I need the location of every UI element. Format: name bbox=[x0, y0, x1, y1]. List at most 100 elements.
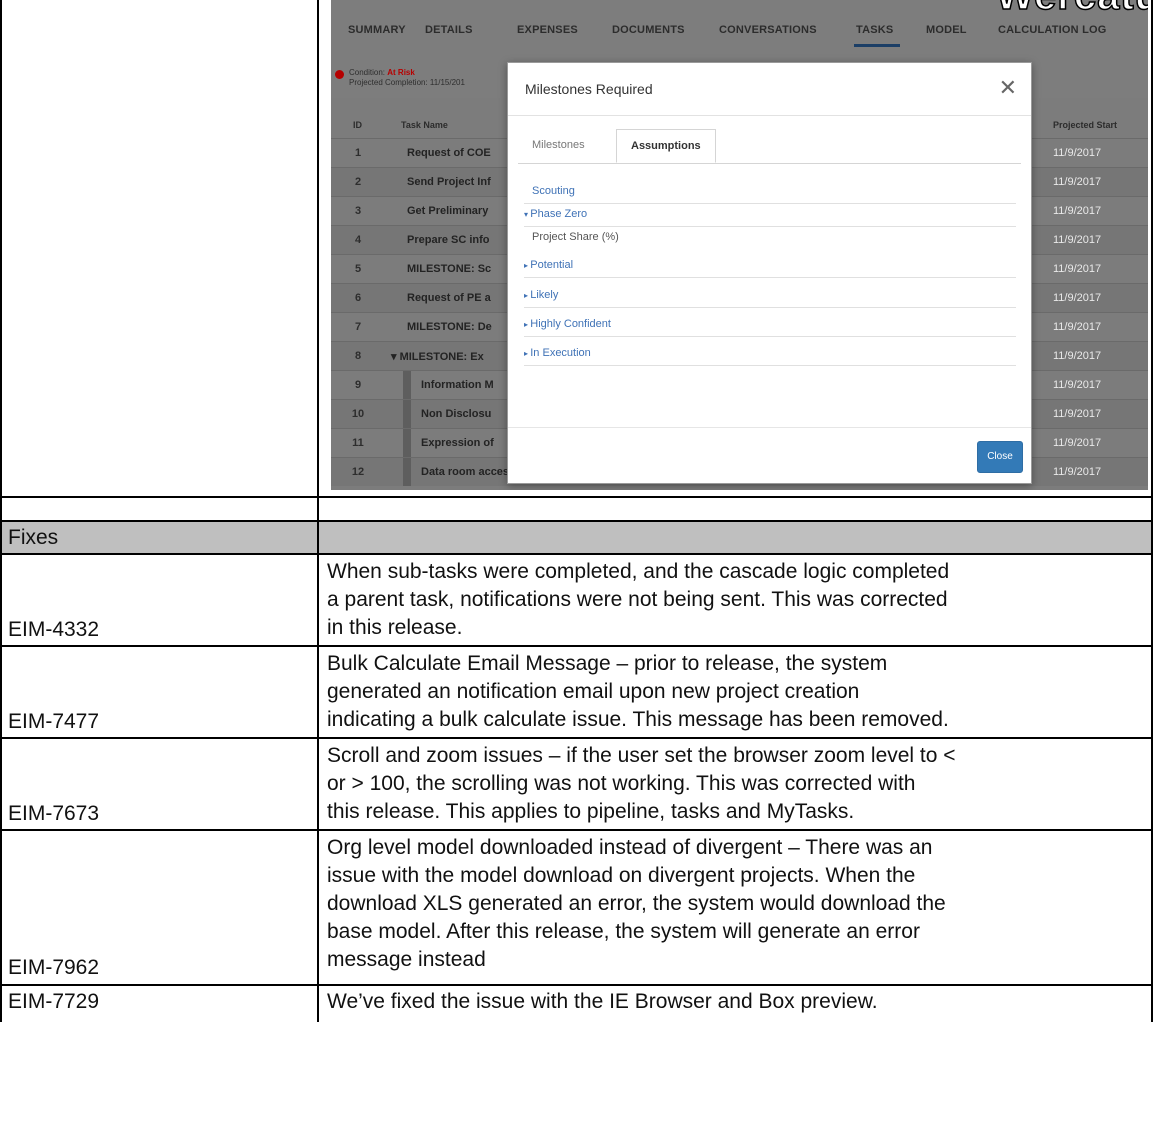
tab-details[interactable]: DETAILS bbox=[425, 24, 473, 36]
task-id: 8 bbox=[354, 350, 362, 362]
tab-documents[interactable]: DOCUMENTS bbox=[612, 24, 685, 36]
accordion-in-execution[interactable]: ▸ In Execution bbox=[524, 347, 1016, 366]
accordion-potential[interactable]: ▸ Potential bbox=[524, 259, 1016, 278]
accordion-likely[interactable]: ▸ Likely bbox=[524, 289, 1016, 308]
risk-icon bbox=[335, 70, 344, 79]
condition-label: Condition: bbox=[349, 68, 386, 77]
indent-marker bbox=[403, 400, 411, 428]
task-id: 9 bbox=[354, 379, 362, 391]
fix-line: issue with the model download on diverge… bbox=[327, 864, 916, 887]
tab-summary[interactable]: SUMMARY bbox=[348, 24, 406, 36]
accordion-label: Likely bbox=[530, 289, 559, 301]
fix-id: EIM-7477 bbox=[8, 647, 308, 736]
fix-id-text: EIM-7729 bbox=[8, 990, 100, 1013]
task-id: 10 bbox=[351, 408, 365, 420]
fix-line: We’ve fixed the issue with the IE Browse… bbox=[327, 990, 878, 1013]
task-name[interactable]: Request of COE bbox=[407, 147, 491, 159]
accordion-label: Highly Confident bbox=[530, 318, 611, 330]
task-name[interactable]: Get Preliminary bbox=[407, 205, 488, 217]
accordion-label: Potential bbox=[530, 259, 574, 271]
fix-line: Bulk Calculate Email Message – prior to … bbox=[327, 652, 888, 675]
close-icon[interactable]: ✕ bbox=[999, 75, 1017, 101]
tab-model[interactable]: MODEL bbox=[926, 24, 967, 36]
fix-line: message instead bbox=[327, 948, 486, 971]
fix-line: or > 100, the scrolling was not working.… bbox=[327, 772, 916, 795]
fixes-header-row: Fixes bbox=[0, 522, 1153, 554]
indent-marker bbox=[403, 429, 411, 457]
projected-start: 11/9/2017 bbox=[1053, 437, 1102, 449]
fix-row: EIM-4332 When sub-tasks were completed, … bbox=[0, 555, 1153, 646]
fix-line: generated an notification email upon new… bbox=[327, 680, 860, 703]
task-name[interactable]: ▾ MILESTONE: Ex bbox=[391, 350, 484, 363]
table-border bbox=[317, 0, 319, 1022]
fix-line: a parent task, notifications were not be… bbox=[327, 588, 948, 611]
milestones-modal: Milestones Required ✕ Milestones Assumpt… bbox=[507, 62, 1032, 484]
task-name[interactable]: Send Project Inf bbox=[407, 176, 491, 188]
close-button[interactable]: Close bbox=[977, 441, 1023, 473]
modal-divider bbox=[508, 115, 1031, 116]
projected-start: 11/9/2017 bbox=[1053, 205, 1102, 217]
table-border bbox=[0, 984, 1153, 986]
fix-description: Org level model downloaded instead of di… bbox=[327, 834, 1147, 974]
task-id: 6 bbox=[354, 292, 362, 304]
modal-tabs: Milestones Assumptions bbox=[518, 129, 1021, 164]
task-name[interactable]: Prepare SC info bbox=[407, 234, 490, 246]
projected-start: 11/9/2017 bbox=[1053, 292, 1102, 304]
screenshot-row: Wercatus SUMMARY DETAILS EXPENSES DOCUME… bbox=[0, 0, 1153, 497]
projected-start: 11/9/2017 bbox=[1053, 234, 1102, 246]
fix-id: EIM-7673 bbox=[8, 739, 308, 828]
projected-start: 11/9/2017 bbox=[1053, 466, 1102, 478]
active-tab-indicator bbox=[854, 44, 900, 47]
fix-id: EIM-4332 bbox=[8, 555, 308, 644]
fix-row: EIM-7477 Bulk Calculate Email Message – … bbox=[0, 647, 1153, 738]
col-id: ID bbox=[353, 120, 362, 130]
col-projected-start: Projected Start bbox=[1053, 120, 1118, 130]
fix-id-text: EIM-7962 bbox=[8, 956, 100, 979]
fix-id: EIM-7962 bbox=[8, 831, 308, 982]
table-border bbox=[0, 496, 1153, 498]
condition-status: Condition: At Risk Projected Completion:… bbox=[349, 68, 465, 88]
fix-id-text: EIM-7477 bbox=[8, 710, 100, 733]
task-tabs: SUMMARY DETAILS EXPENSES DOCUMENTS CONVE… bbox=[331, 0, 1148, 66]
task-name[interactable]: Expression of bbox=[421, 437, 494, 449]
condition-value: At Risk bbox=[387, 68, 415, 77]
task-id: 1 bbox=[354, 147, 362, 159]
task-id: 5 bbox=[354, 263, 362, 275]
projected-start: 11/9/2017 bbox=[1053, 176, 1102, 188]
accordion-highly-confident[interactable]: ▸ Highly Confident bbox=[524, 318, 1016, 337]
tab-milestones[interactable]: Milestones bbox=[518, 129, 599, 163]
task-name[interactable]: Non Disclosu bbox=[421, 408, 491, 420]
table-border bbox=[0, 645, 1153, 647]
accordion-scouting[interactable]: Scouting bbox=[524, 185, 1016, 204]
table-border bbox=[0, 829, 1153, 831]
empty-row bbox=[0, 497, 1153, 521]
task-id: 4 bbox=[354, 234, 362, 246]
tab-calculation-log[interactable]: CALCULATION LOG bbox=[998, 24, 1107, 36]
accordion-label: Scouting bbox=[532, 185, 575, 197]
tab-conversations[interactable]: CONVERSATIONS bbox=[719, 24, 817, 36]
release-notes-table: Wercatus SUMMARY DETAILS EXPENSES DOCUME… bbox=[0, 0, 1153, 1124]
col-task-name: Task Name bbox=[401, 120, 448, 130]
fix-id-text: EIM-7673 bbox=[8, 802, 100, 825]
task-name[interactable]: MILESTONE: Sc bbox=[407, 263, 491, 275]
fix-description: We’ve fixed the issue with the IE Browse… bbox=[327, 988, 1147, 1016]
task-name[interactable]: Data room access bbox=[421, 466, 515, 478]
projected-start: 11/9/2017 bbox=[1053, 408, 1102, 420]
task-name[interactable]: MILESTONE: De bbox=[407, 321, 492, 333]
table-border bbox=[0, 520, 1153, 522]
fix-row: EIM-7729 We’ve fixed the issue with the … bbox=[0, 986, 1153, 1022]
fix-line: this release. This applies to pipeline, … bbox=[327, 800, 855, 823]
fix-description: Scroll and zoom issues – if the user set… bbox=[327, 742, 1147, 826]
fix-description: When sub-tasks were completed, and the c… bbox=[327, 558, 1147, 642]
accordion-phase-zero[interactable]: ▾ Phase Zero bbox=[524, 208, 1016, 227]
tab-tasks[interactable]: TASKS bbox=[856, 24, 893, 36]
table-border bbox=[0, 0, 2, 1022]
fix-line: When sub-tasks were completed, and the c… bbox=[327, 560, 950, 583]
embedded-screenshot: Wercatus SUMMARY DETAILS EXPENSES DOCUME… bbox=[331, 0, 1148, 490]
tab-assumptions[interactable]: Assumptions bbox=[616, 129, 716, 163]
tab-expenses[interactable]: EXPENSES bbox=[517, 24, 578, 36]
projected-start: 11/9/2017 bbox=[1053, 321, 1102, 333]
accordion-label: In Execution bbox=[530, 347, 591, 359]
task-name[interactable]: Request of PE a bbox=[407, 292, 491, 304]
task-name[interactable]: Information M bbox=[421, 379, 494, 391]
